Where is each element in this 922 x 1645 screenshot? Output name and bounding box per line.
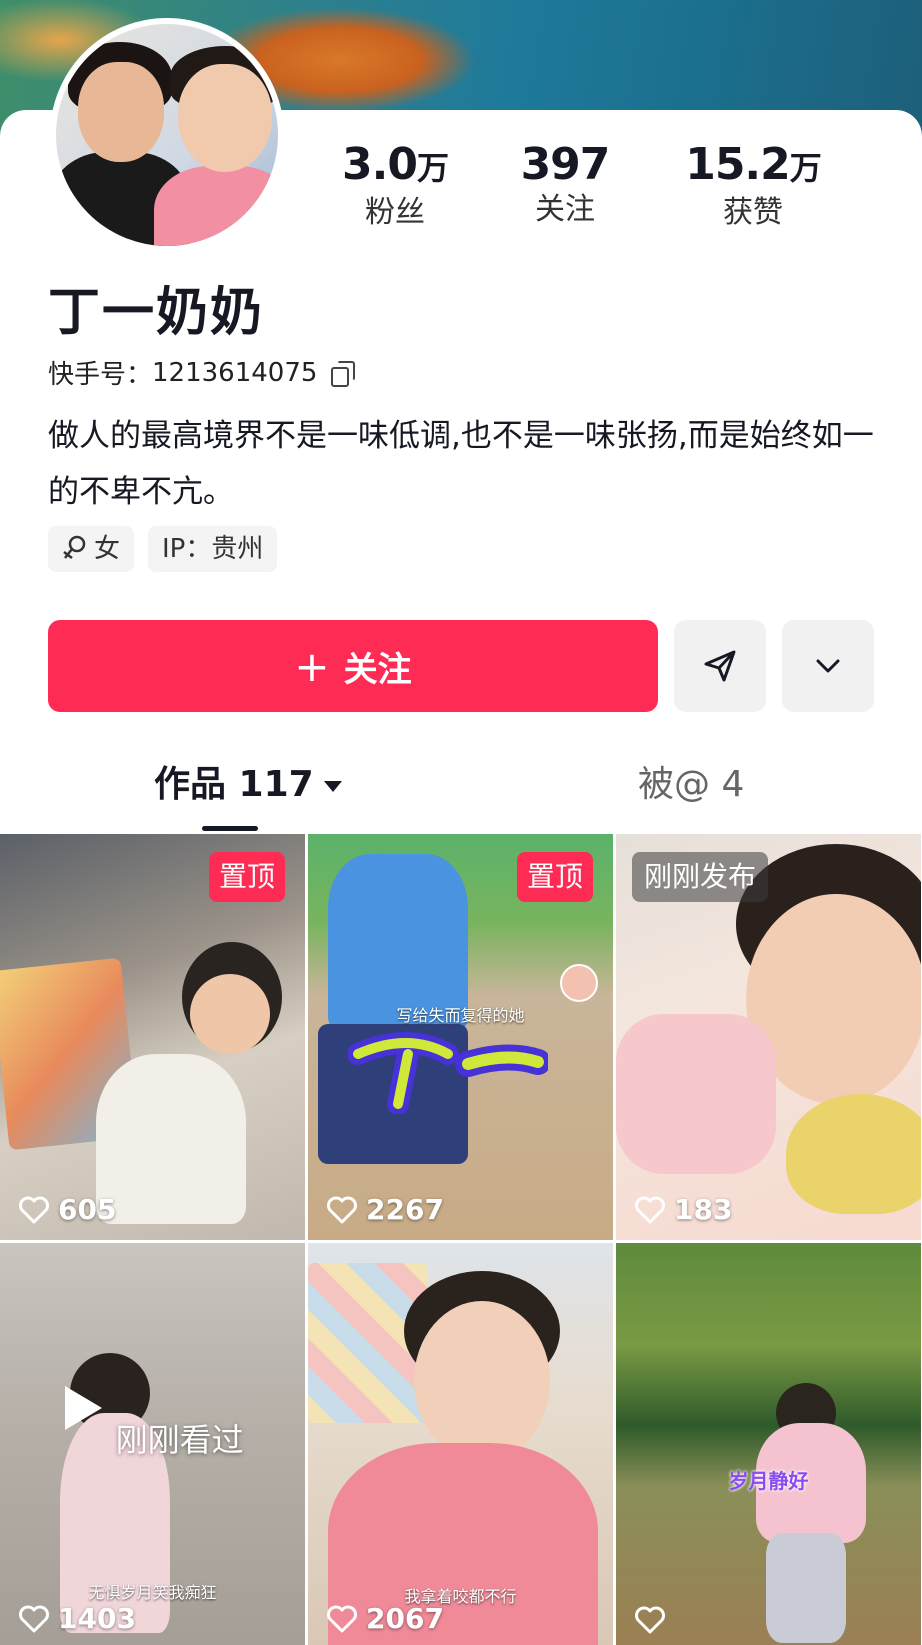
ip-tag: IP：贵州 (148, 526, 278, 572)
profile-tags: 女 IP：贵州 (48, 526, 278, 572)
video-caption: 写给失而复得的她 (396, 1006, 525, 1025)
tab-mentions-label: 被@ 4 (638, 764, 745, 805)
stat-fans-unit: 万 (416, 149, 449, 187)
video-likes-count: 1403 (58, 1602, 136, 1635)
video-caption: 岁月静好 (728, 1469, 809, 1493)
video-grid: 置顶 605 写给失而复得的她 置顶 2267 刚刚发布 183 刚刚看过 无惧… (0, 834, 922, 1645)
video-caption: 无惧岁月笑我痴狂 (88, 1583, 217, 1602)
copy-icon[interactable] (329, 360, 356, 387)
video-likes: 1403 (18, 1602, 136, 1635)
video-tile[interactable]: 置顶 605 (0, 834, 305, 1240)
tab-works-label: 作品 117 (154, 764, 314, 805)
avatar-photo (56, 24, 278, 246)
new-badge: 刚刚发布 (632, 852, 769, 902)
chevron-down-icon (816, 659, 840, 673)
avatar[interactable] (50, 18, 284, 252)
video-tile[interactable]: 刚刚看过 无惧岁月笑我痴狂 1403 (0, 1243, 305, 1645)
follow-button[interactable]: + 关注 (48, 620, 658, 712)
tab-active-indicator (202, 826, 258, 831)
female-icon (63, 535, 86, 559)
caret-down-icon (323, 780, 342, 792)
video-tile[interactable]: 岁月静好 (616, 1243, 921, 1645)
profile-stats: 3.0万 粉丝 397 关注 15.2万 获赞 (300, 140, 900, 240)
heart-icon (327, 1605, 357, 1632)
uid-label: 快手号： (48, 360, 153, 390)
gender-tag: 女 (48, 526, 135, 572)
video-tile[interactable]: 刚刚发布 183 (616, 834, 921, 1240)
recently-watched-label: 刚刚看过 (115, 1421, 244, 1459)
video-tile[interactable]: 写给失而复得的她 置顶 2267 (308, 834, 613, 1240)
video-likes: 2267 (326, 1193, 444, 1226)
profile-bio: 做人的最高境界不是一味低调,也不是一味张扬,而是始终如一的不卑不亢。 (48, 418, 874, 510)
stat-likes-label: 获赞 (723, 195, 783, 230)
stat-fans-label: 粉丝 (365, 195, 425, 230)
video-likes: 2067 (326, 1602, 444, 1635)
follow-button-label: 关注 (343, 649, 412, 690)
stat-likes-unit: 万 (789, 149, 822, 187)
gender-tag-label: 女 (94, 534, 121, 564)
share-button[interactable] (674, 620, 766, 712)
stat-following-label: 关注 (535, 192, 595, 227)
stat-likes-value: 15.2 (685, 139, 791, 190)
video-tile[interactable]: 我拿着咬都不行 2067 (308, 1243, 613, 1645)
recently-watched-overlay: 刚刚看过 (0, 1383, 305, 1461)
video-likes-count: 605 (58, 1193, 117, 1226)
stat-following[interactable]: 397 关注 (470, 140, 660, 230)
more-button[interactable] (782, 620, 874, 712)
heart-icon (635, 1196, 665, 1223)
tab-mentions[interactable]: 被@ 4 (638, 758, 744, 812)
video-likes: 183 (634, 1193, 732, 1226)
plus-icon: + (294, 641, 330, 691)
heart-icon (19, 1196, 49, 1223)
stat-following-value: 397 (520, 139, 611, 190)
uid-value: 1213614075 (152, 357, 318, 388)
heart-icon (635, 1606, 665, 1634)
stat-fans-value: 3.0 (342, 139, 418, 190)
video-likes-count: 2267 (366, 1193, 444, 1226)
tab-works[interactable]: 作品 117 (154, 758, 342, 812)
profile-name: 丁一奶奶 (48, 283, 265, 343)
pinned-badge: 置顶 (208, 852, 285, 902)
ip-tag-label: IP：贵州 (162, 534, 264, 564)
video-likes-count: 183 (674, 1193, 733, 1226)
heart-icon (19, 1605, 49, 1632)
profile-uid: 快手号： 1213614075 (48, 354, 356, 391)
send-icon (704, 650, 736, 682)
video-likes: 605 (18, 1193, 116, 1226)
video-overlay-art (348, 1032, 548, 1114)
play-icon (65, 1386, 103, 1430)
stat-fans[interactable]: 3.0万 粉丝 (300, 140, 490, 233)
video-likes-count: 2067 (366, 1602, 444, 1635)
pinned-badge: 置顶 (516, 852, 593, 902)
heart-icon (327, 1196, 357, 1223)
video-likes (634, 1605, 674, 1635)
stat-likes[interactable]: 15.2万 获赞 (658, 140, 848, 233)
